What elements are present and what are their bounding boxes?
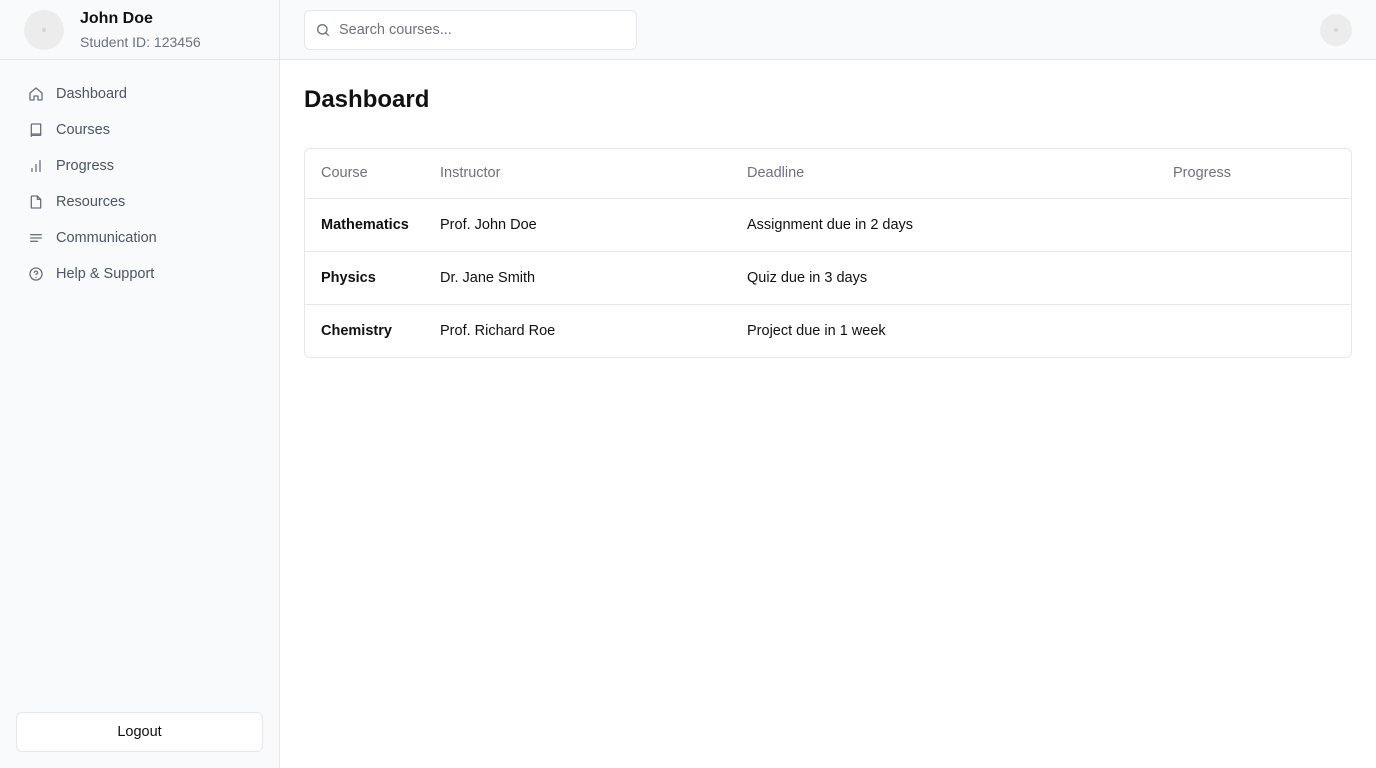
header-avatar[interactable]: [1320, 14, 1352, 46]
deadline-cell: Assignment due in 2 days: [731, 198, 1157, 252]
deadline-cell: Quiz due in 3 days: [731, 251, 1157, 305]
file-icon: [28, 194, 44, 210]
sidebar-item-label: Communication: [56, 230, 157, 246]
instructor-cell: Prof. John Doe: [424, 198, 731, 252]
sidebar-item-label: Help & Support: [56, 266, 155, 282]
search-box[interactable]: [304, 10, 637, 50]
main-content: Dashboard Course Instructor Deadline Pro…: [304, 60, 1352, 358]
top-bar: [280, 0, 1376, 60]
progress-cell: [1157, 251, 1351, 305]
sidebar-item-resources[interactable]: Resources: [0, 184, 279, 220]
sidebar: John Doe Student ID: 123456 Dashboard Co…: [0, 0, 280, 768]
student-id: Student ID: 123456: [80, 33, 201, 50]
avatar-placeholder-dot: [42, 27, 46, 32]
column-header-instructor: Instructor: [424, 149, 731, 199]
sidebar-item-label: Courses: [56, 122, 110, 138]
course-cell: Physics: [305, 251, 424, 305]
profile-text: John Doe Student ID: 123456: [80, 9, 201, 51]
progress-bar: [1173, 328, 1313, 334]
deadline-cell: Project due in 1 week: [747, 322, 886, 339]
sidebar-item-progress[interactable]: Progress: [0, 148, 279, 184]
avatar[interactable]: [24, 9, 64, 50]
bar-chart-icon: [28, 158, 44, 174]
sidebar-item-courses[interactable]: Courses: [0, 112, 279, 148]
progress-cell: [1157, 304, 1351, 357]
avatar-placeholder-dot: [1334, 28, 1338, 32]
home-icon: [28, 86, 44, 102]
instructor-cell: Dr. Jane Smith: [424, 251, 731, 305]
sidebar-item-label: Resources: [56, 194, 126, 210]
book-icon: [28, 122, 44, 138]
table-row[interactable]: Mathematics Prof. John Doe Assignment du…: [305, 198, 1351, 252]
table-header-row: Course Instructor Deadline Progress: [305, 149, 1351, 199]
help-circle-icon: [28, 266, 44, 282]
courses-table: Course Instructor Deadline Progress Math…: [305, 149, 1351, 357]
courses-table-card: Course Instructor Deadline Progress Math…: [304, 148, 1352, 358]
sidebar-nav: Dashboard Courses Progress Resources Com…: [0, 60, 279, 292]
search-input[interactable]: [339, 22, 629, 38]
page-title: Dashboard: [304, 86, 430, 113]
sidebar-item-label: Progress: [56, 158, 115, 174]
column-header-progress: Progress: [1157, 149, 1351, 199]
progress-bar: [1173, 222, 1313, 228]
progress-bar: [1173, 275, 1313, 281]
logout-button[interactable]: Logout: [16, 712, 263, 752]
table-row[interactable]: Chemistry Prof. Richard Roe Project due …: [305, 304, 1351, 357]
user-name: John Doe: [80, 9, 153, 27]
course-cell: Mathematics: [305, 198, 424, 252]
course-cell: Chemistry: [321, 322, 392, 339]
sidebar-item-communication[interactable]: Communication: [0, 220, 279, 256]
column-header-deadline: Deadline: [731, 149, 1157, 199]
sidebar-item-label: Dashboard: [56, 86, 127, 102]
progress-cell: [1157, 198, 1351, 252]
user-profile: John Doe Student ID: 123456: [0, 0, 279, 60]
instructor-cell: Prof. Richard Roe: [440, 322, 556, 339]
column-header-course: Course: [305, 149, 424, 199]
search-icon: [315, 22, 331, 38]
sidebar-item-dashboard[interactable]: Dashboard: [0, 76, 279, 112]
table-row[interactable]: Physics Dr. Jane Smith Quiz due in 3 day…: [305, 251, 1351, 305]
sidebar-item-help-support[interactable]: Help & Support: [0, 256, 279, 292]
text-lines-icon: [28, 230, 44, 246]
